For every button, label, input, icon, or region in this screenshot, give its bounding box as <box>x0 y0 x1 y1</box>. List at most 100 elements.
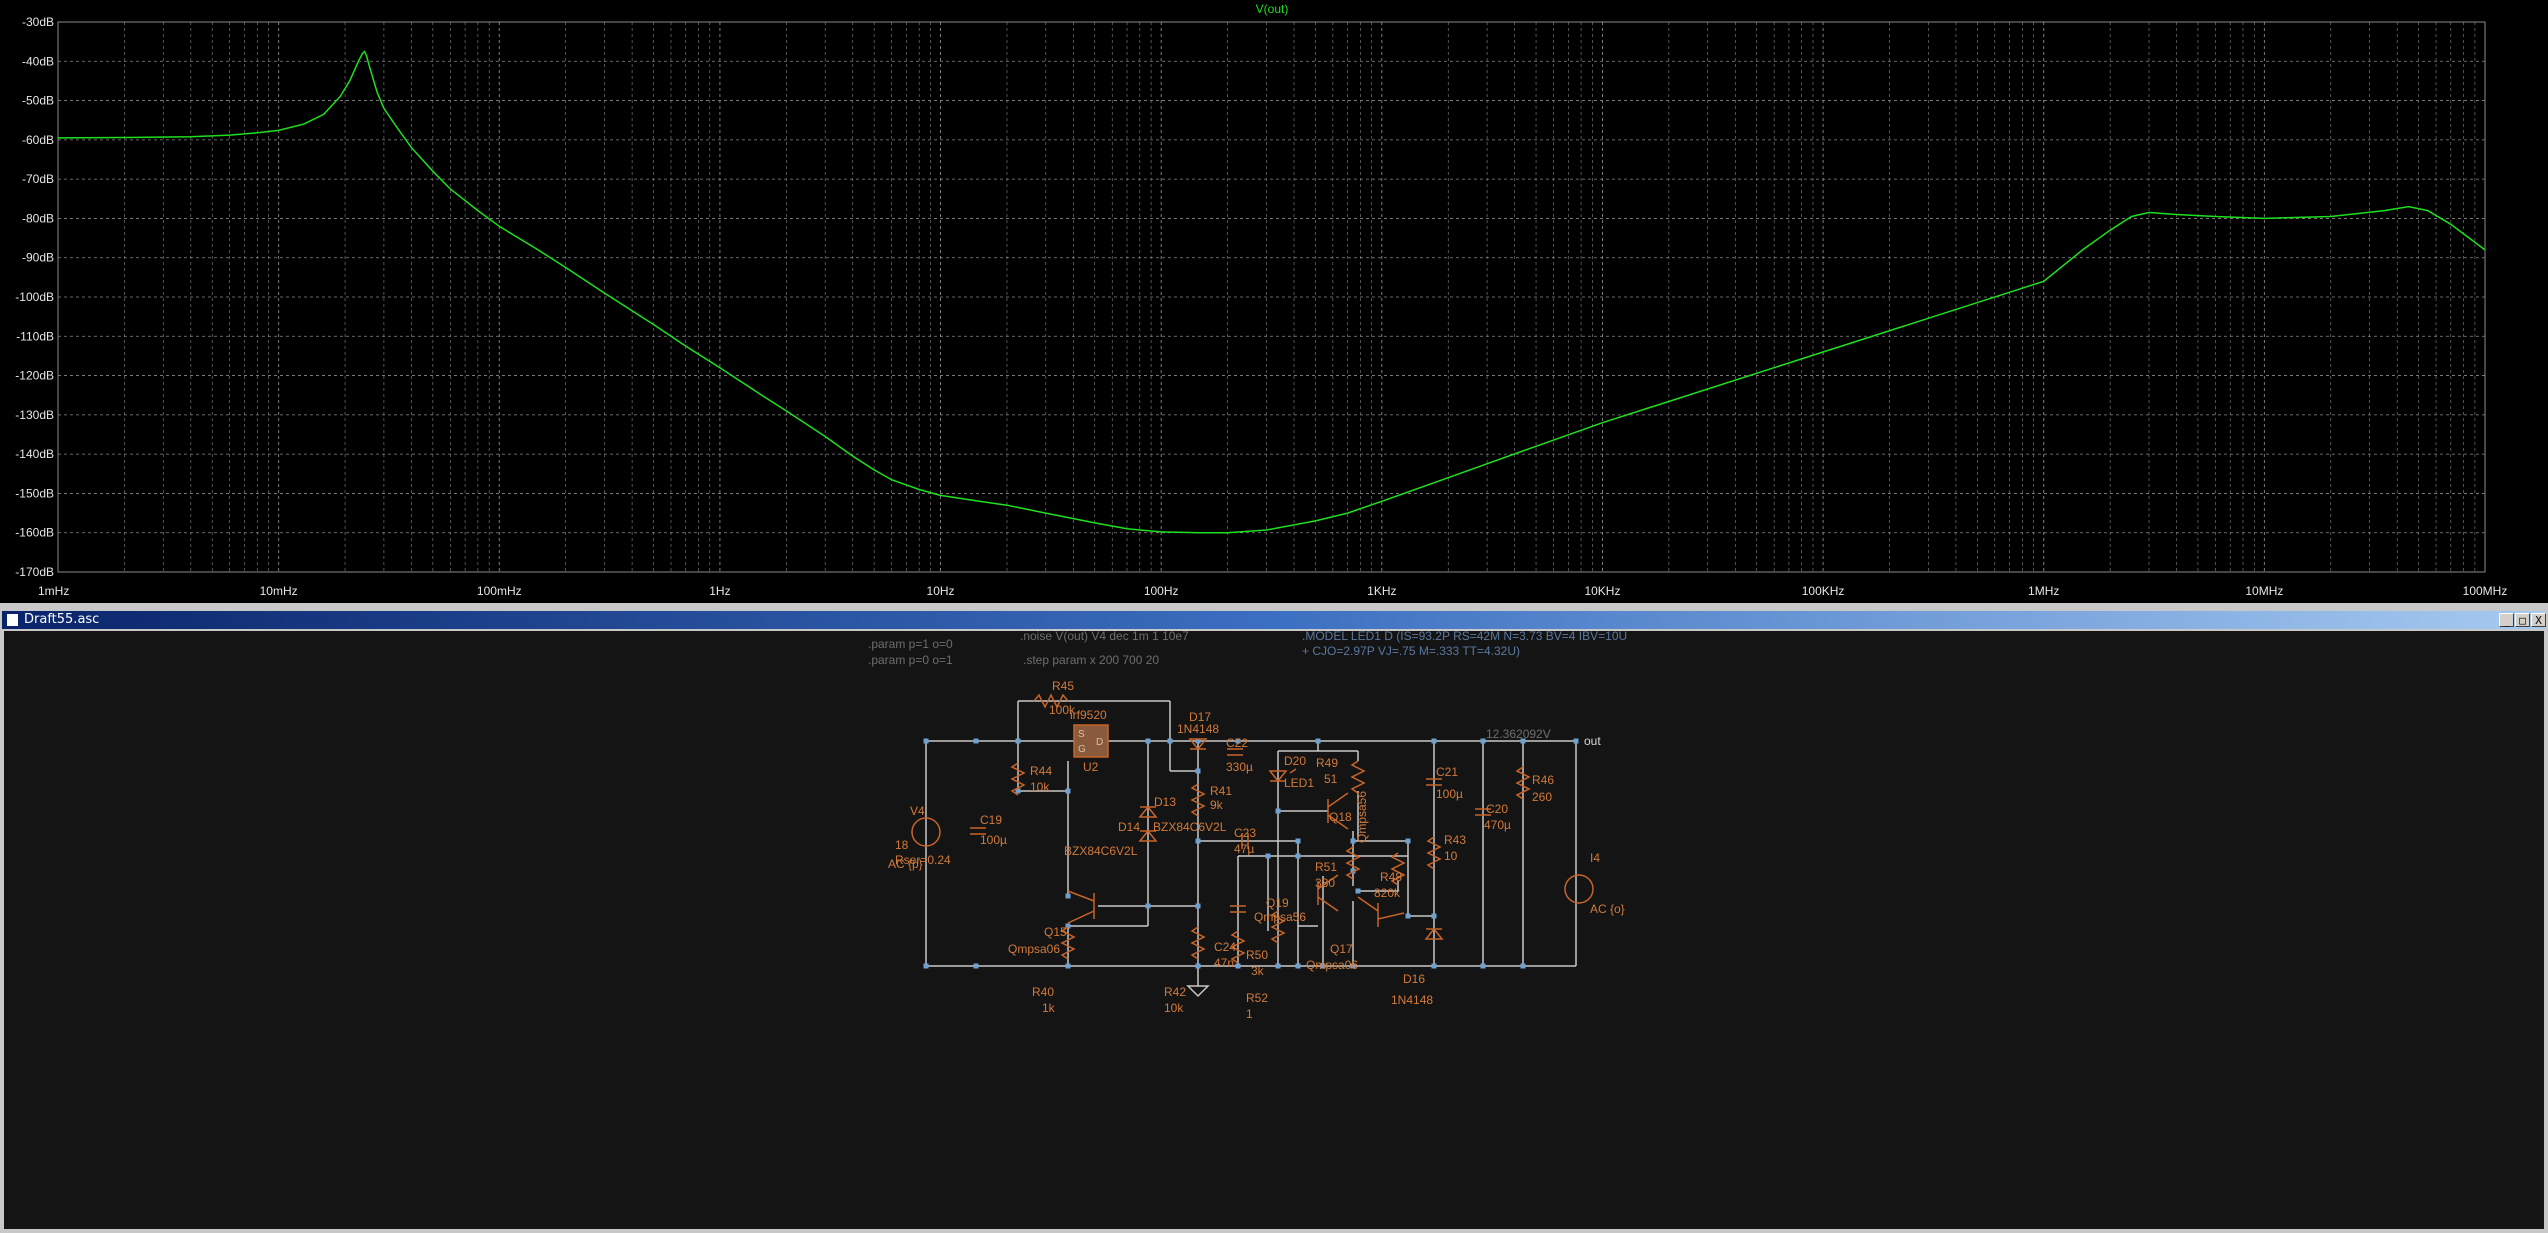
label-r51-ref[interactable]: R51 <box>1315 860 1337 874</box>
label-r46-val[interactable]: 260 <box>1532 790 1552 804</box>
label-c19-val[interactable]: 100µ <box>980 833 1007 847</box>
label-r42-val[interactable]: 10k <box>1164 1001 1184 1015</box>
label-u2-val[interactable]: irf9520 <box>1070 708 1107 722</box>
label-q17-ref[interactable]: Q17 <box>1330 942 1353 956</box>
waveform-plot-pane[interactable]: -30dB -40dB -50dB -60dB -70dB -80dB -90dB -100d… <box>0 0 2548 603</box>
label-r41-ref[interactable]: R41 <box>1210 784 1232 798</box>
label-q18-ref[interactable]: Q18 <box>1329 810 1352 824</box>
label-c21-ref[interactable]: C21 <box>1436 765 1458 779</box>
label-c23-ref[interactable]: C23 <box>1234 826 1256 840</box>
label-d20-ref[interactable]: D20 <box>1284 754 1306 768</box>
label-r50-val[interactable]: 3k <box>1251 964 1265 978</box>
directive-param-1[interactable]: .param p=1 o=0 <box>868 637 953 651</box>
label-r49-val[interactable]: 51 <box>1324 772 1338 786</box>
junction-dot <box>1431 963 1437 969</box>
resistor-r49[interactable] <box>1350 760 1366 794</box>
label-r42-ref[interactable]: R42 <box>1164 985 1186 999</box>
label-d17-val[interactable]: 1N4148 <box>1177 722 1219 736</box>
label-r46-ref[interactable]: R46 <box>1532 773 1554 787</box>
y-tick-label: -170dB <box>15 565 54 579</box>
directive-model-line2[interactable]: + CJO=2.97P VJ=.75 M=.333 TT=4.32U) <box>1302 644 1520 658</box>
label-d14-ref[interactable]: D14 <box>1118 820 1140 834</box>
junction-dot <box>1195 963 1201 969</box>
directive-model-line1[interactable]: .MODEL LED1 D (IS=93.2P RS=42M N=3.73 BV… <box>1302 631 1627 643</box>
label-r40-val[interactable]: 1k <box>1042 1001 1056 1015</box>
minimize-button[interactable]: _ <box>2499 613 2514 627</box>
mosfet-pin-d: D <box>1096 737 1103 748</box>
x-tick-label: 100mHz <box>477 584 522 598</box>
label-r43-ref[interactable]: R43 <box>1444 833 1466 847</box>
label-q19-val[interactable]: Qmpsa56 <box>1254 910 1306 924</box>
y-tick-label: -60dB <box>22 133 54 147</box>
schematic-window[interactable]: Draft55.asc _ □ X .param p=1 o=0 .param … <box>0 611 2548 1233</box>
label-r40-ref[interactable]: R40 <box>1032 985 1054 999</box>
y-tick-label: -30dB <box>22 15 54 29</box>
label-c19-ref[interactable]: C19 <box>980 813 1002 827</box>
directive-step[interactable]: .step param x 200 700 20 <box>1023 653 1159 667</box>
label-r44-ref[interactable]: R44 <box>1030 764 1052 778</box>
label-c22-val[interactable]: 330µ <box>1226 760 1253 774</box>
label-r52-ref[interactable]: R52 <box>1246 991 1268 1005</box>
label-c20-ref[interactable]: C20 <box>1486 802 1508 816</box>
label-d13-val[interactable]: BZX84C6V2L <box>1153 820 1227 834</box>
label-r50-ref[interactable]: R50 <box>1246 948 1268 962</box>
label-q17-val[interactable]: Qmpsa06 <box>1306 958 1358 972</box>
label-d20-val[interactable]: LED1 <box>1284 776 1314 790</box>
x-tick-label: 1mHz <box>38 584 69 598</box>
label-q15-val[interactable]: Qmpsa06 <box>1008 942 1060 956</box>
label-r44-val[interactable]: 10k <box>1030 780 1050 794</box>
label-v4-val[interactable]: 18 <box>895 838 909 852</box>
x-tick-label: 10MHz <box>2245 584 2283 598</box>
label-q19-ref[interactable]: Q19 <box>1266 896 1289 910</box>
label-d13-ref[interactable]: D13 <box>1154 795 1176 809</box>
label-v4-ref[interactable]: V4 <box>910 804 925 818</box>
transistor-q15[interactable] <box>1067 890 1095 924</box>
net-label-out[interactable]: out <box>1584 734 1601 748</box>
close-button[interactable]: X <box>2531 613 2546 627</box>
junction-dot <box>1265 853 1271 859</box>
maximize-button[interactable]: □ <box>2515 613 2530 627</box>
directive-param-2[interactable]: .param p=0 o=1 <box>868 653 953 667</box>
label-r41-val[interactable]: 9k <box>1210 798 1224 812</box>
label-i4-val[interactable]: AC {o} <box>1590 902 1625 916</box>
label-r52-val[interactable]: 1 <box>1246 1007 1253 1021</box>
x-tick-label: 1MHz <box>2028 584 2059 598</box>
label-c21-val[interactable]: 100µ <box>1436 787 1463 801</box>
label-q15-ref[interactable]: Q15 <box>1044 925 1067 939</box>
noise-plot[interactable]: -30dB -40dB -50dB -60dB -70dB -80dB -90dB -100d… <box>0 0 2548 603</box>
label-r48-val[interactable]: 820k <box>1374 886 1401 900</box>
label-r49-ref[interactable]: R49 <box>1316 756 1338 770</box>
label-v4-ac[interactable]: AC {p} <box>888 857 923 871</box>
transistor-q17[interactable] <box>1357 896 1405 927</box>
schematic-canvas[interactable]: .param p=1 o=0 .param p=0 o=1 .noise V(o… <box>4 631 2544 1229</box>
schematic-title-bar[interactable]: Draft55.asc _ □ X <box>2 611 2546 629</box>
label-q18-val[interactable]: Qmpsa56 <box>1355 791 1369 843</box>
label-r51-val[interactable]: 330 <box>1315 876 1335 890</box>
label-r45-ref[interactable]: R45 <box>1052 679 1074 693</box>
junction-dot <box>1295 853 1301 859</box>
label-d16-val[interactable]: 1N4148 <box>1391 993 1433 1007</box>
label-c24-ref[interactable]: C24 <box>1214 940 1236 954</box>
series-v-out[interactable] <box>57 50 2486 534</box>
junction-dot <box>1065 963 1071 969</box>
label-d16-ref[interactable]: D16 <box>1403 972 1425 986</box>
label-c20-val[interactable]: 470µ <box>1484 818 1511 832</box>
label-c24-val[interactable]: 47n <box>1214 956 1234 970</box>
label-c22-ref[interactable]: C22 <box>1226 736 1248 750</box>
directive-noise[interactable]: .noise V(out) V4 dec 1m 1 10e7 <box>1020 631 1189 643</box>
label-c23-val[interactable]: 47µ <box>1234 842 1254 856</box>
current-source-i4[interactable] <box>1564 874 1594 904</box>
label-i4-ref[interactable]: I4 <box>1590 851 1600 865</box>
label-d14-val[interactable]: BZX84C6V2L <box>1064 844 1138 858</box>
x-tick-label: 100KHz <box>1802 584 1845 598</box>
pane-separator[interactable] <box>0 603 2548 611</box>
voltage-readout: 12.362092V <box>1486 727 1551 741</box>
y-tick-label: -140dB <box>15 447 54 461</box>
junction-dot <box>1480 963 1486 969</box>
label-r43-val[interactable]: 10 <box>1444 849 1458 863</box>
trace-label[interactable]: V(out) <box>1256 2 1289 16</box>
label-r48-ref[interactable]: R48 <box>1380 870 1402 884</box>
junction-dot <box>1195 903 1201 909</box>
label-u2-ref[interactable]: U2 <box>1083 760 1099 774</box>
junction-dot <box>973 738 979 744</box>
